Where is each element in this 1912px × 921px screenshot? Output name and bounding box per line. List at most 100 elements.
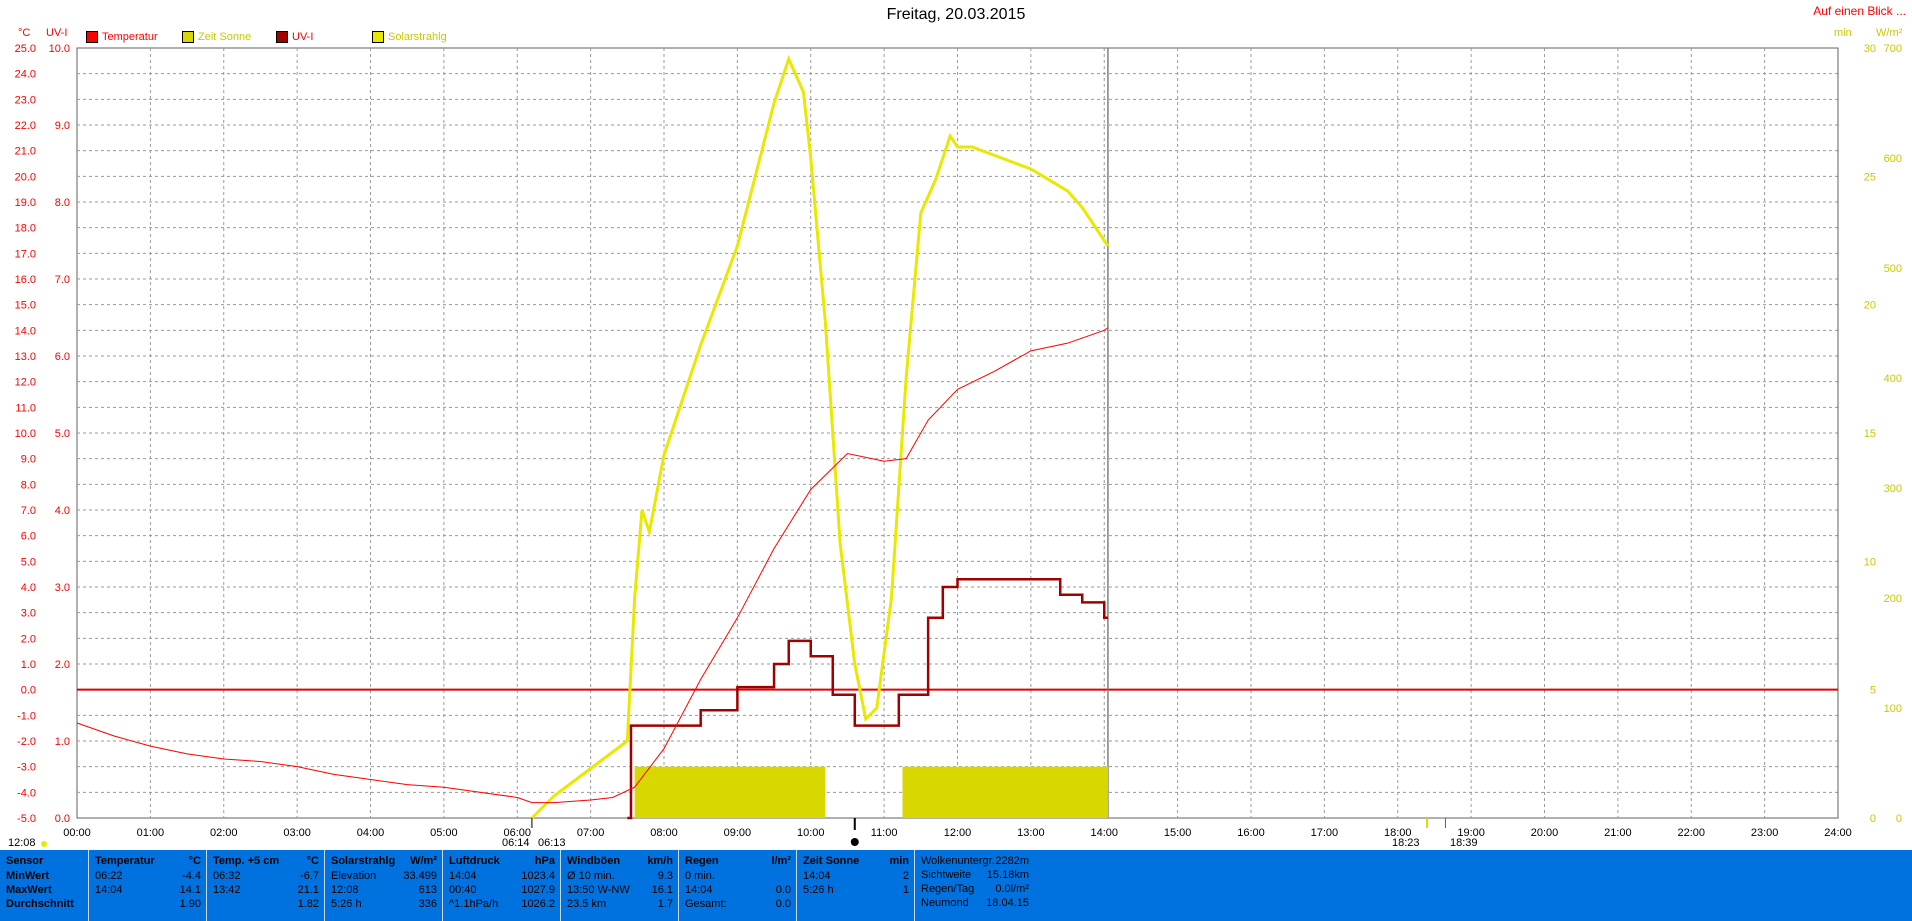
stats-cell-value: 9.3 bbox=[657, 870, 673, 882]
stats-cell-label: Durchschnitt bbox=[6, 898, 74, 910]
stats-row: 5:26 h 336 bbox=[331, 898, 437, 912]
stats-cell-value: 1023.4 bbox=[521, 870, 555, 882]
stats-header-label: Regen bbox=[685, 855, 719, 867]
stats-cell-value: 14.1 bbox=[179, 884, 201, 896]
stats-row: 06:32 -6.7 bbox=[213, 870, 319, 884]
stats-cell-label: Sichtweite bbox=[921, 869, 972, 881]
zeit-sonne-bar bbox=[902, 766, 1108, 818]
stats-cell-label: 14:04 bbox=[685, 884, 713, 896]
stats-header: Temp. +5 cm °C bbox=[213, 855, 319, 867]
temp-tick-label: 23.0 bbox=[15, 94, 36, 106]
uv-tick-label: 4.0 bbox=[55, 505, 70, 517]
min-tick-label: 25 bbox=[1864, 171, 1876, 183]
stats-column: Regen l/m² 0 min. 14:04 0.0 Gesamt: 0.0 bbox=[678, 850, 797, 921]
x-tick-label: 11:00 bbox=[871, 827, 898, 839]
stats-cell-label: Elevation bbox=[331, 870, 377, 882]
stats-row: 5:26 h 1 bbox=[803, 884, 909, 898]
left-time-marker: 12:08 bbox=[8, 837, 36, 849]
legend-solarstrahlg[interactable]: Solarstrahlg bbox=[372, 31, 447, 43]
wm2-tick-label: 0 bbox=[1896, 813, 1902, 825]
stats-cell-value: 0.0 bbox=[775, 898, 791, 910]
stats-header: Solarstrahlg W/m² bbox=[331, 855, 437, 867]
legend-swatch bbox=[276, 31, 288, 43]
stats-cell-label: Ø 10 min. bbox=[567, 870, 615, 882]
uv-unit-label: UV-I bbox=[46, 27, 68, 39]
temp-tick-label: 7.0 bbox=[21, 505, 36, 517]
temp-tick-label: 8.0 bbox=[21, 479, 36, 491]
stats-cell-label: MaxWert bbox=[6, 884, 52, 896]
temp-tick-label: -1.0 bbox=[17, 710, 36, 722]
stats-header: Sensor bbox=[6, 855, 82, 867]
stats-header-unit: min bbox=[889, 855, 909, 867]
stats-cell-label: MinWert bbox=[6, 870, 50, 882]
zeit-sonne-bar bbox=[634, 766, 826, 818]
stats-header-unit: °C bbox=[306, 855, 319, 867]
stats-header-label: Sensor bbox=[6, 855, 44, 867]
x-tick-label: 14:00 bbox=[1090, 827, 1118, 839]
stats-cell-value: 1026.2 bbox=[521, 898, 555, 910]
stats-cell-label: 0 min. bbox=[685, 870, 715, 882]
x-tick-label: 23:00 bbox=[1751, 827, 1779, 839]
stats-header-unit: km/h bbox=[647, 855, 673, 867]
legend-label: Zeit Sonne bbox=[198, 31, 252, 43]
x-tick-label: 17:00 bbox=[1311, 827, 1339, 839]
overview-link[interactable]: Auf einen Blick ... bbox=[1813, 4, 1906, 18]
stats-cell-label: 14:04 bbox=[803, 870, 831, 882]
temp-tick-label: 6.0 bbox=[21, 531, 36, 543]
temp-tick-label: 15.0 bbox=[15, 300, 36, 312]
uv-tick-label: 2.0 bbox=[55, 659, 70, 671]
weather-chart: 25.0 24.0 23.0 22.0 21.0 20.0 19.0 18.0 17.0 16.0… bbox=[15, 43, 1902, 847]
stats-cell-value: -4.4 bbox=[182, 870, 201, 882]
x-tick-label: 24:00 bbox=[1824, 827, 1852, 839]
stats-cell-label: 06:32 bbox=[213, 870, 241, 882]
stats-row: MaxWert bbox=[6, 884, 82, 898]
stats-row: Elevation 33.499 bbox=[331, 870, 437, 884]
temp-tick-label: 19.0 bbox=[15, 197, 36, 209]
x-tick-label: 00:00 bbox=[63, 827, 91, 839]
stats-header-label: Solarstrahlg bbox=[331, 855, 396, 867]
stats-row: 14:04 0.0 bbox=[685, 884, 791, 898]
stats-header: Zeit Sonne min bbox=[803, 855, 909, 867]
min-tick-label: 0 bbox=[1870, 813, 1876, 825]
stats-cell-value: 613 bbox=[418, 884, 437, 896]
stats-cell-value: 15.18km bbox=[986, 869, 1029, 881]
x-tick-label: 03:00 bbox=[283, 827, 311, 839]
temp-tick-label: -4.0 bbox=[17, 787, 36, 799]
stats-cell-label: 00:40 bbox=[449, 884, 477, 896]
stats-cell-label: 5:26 h bbox=[331, 898, 362, 910]
x-tick-label: 07:00 bbox=[577, 827, 605, 839]
uv-tick-label: 10.0 bbox=[49, 43, 70, 55]
stats-row: Sichtweite 15.18km bbox=[921, 869, 1029, 883]
temp-tick-label: 22.0 bbox=[15, 120, 36, 132]
legend-temperatur[interactable]: Temperatur bbox=[86, 31, 158, 43]
temp-tick-label: -3.0 bbox=[17, 762, 36, 774]
x-tick-label: 15:00 bbox=[1164, 827, 1192, 839]
stats-row: ^1.1hPa/h 1026.2 bbox=[449, 898, 555, 912]
uv-tick-label: 3.0 bbox=[55, 582, 70, 594]
stats-header: Windböen km/h bbox=[567, 855, 673, 867]
stats-row: Regen/Tag 0.0l/m² bbox=[921, 883, 1029, 897]
stats-cell-label: 13:50 W-NW bbox=[567, 884, 630, 896]
legend-zeit-sonne[interactable]: Zeit Sonne bbox=[182, 31, 251, 43]
stats-cell-value: 16.1 bbox=[651, 884, 673, 896]
stats-cell-label: Wolkenuntergr. bbox=[921, 855, 995, 867]
stats-header-unit: W/m² bbox=[410, 855, 437, 867]
wm2-tick-label: 200 bbox=[1884, 593, 1902, 605]
stats-row: Durchschnitt bbox=[6, 898, 82, 912]
temp-tick-label: 24.0 bbox=[15, 69, 36, 81]
stats-column: Sensor MinWert MaxWert Durchschnitt bbox=[0, 850, 88, 921]
stats-cell-value: 18.04.15 bbox=[986, 897, 1029, 909]
stats-header-label: Temp. +5 cm bbox=[213, 855, 280, 867]
wm2-unit-label: W/m² bbox=[1876, 27, 1903, 39]
stats-row: 14:04 2 bbox=[803, 870, 909, 884]
min-unit-label: min bbox=[1834, 27, 1852, 39]
stats-header-unit: °C bbox=[188, 855, 201, 867]
temp-tick-label: 20.0 bbox=[15, 171, 36, 183]
stats-header-unit: hPa bbox=[534, 855, 555, 867]
min-tick-label: 10 bbox=[1864, 556, 1876, 568]
x-tick-label: 21:00 bbox=[1604, 827, 1632, 839]
stats-column: Temp. +5 cm °C 06:32 -6.7 13:42 21.1 1.82 bbox=[206, 850, 325, 921]
stats-cell-label: Neumond bbox=[921, 897, 969, 909]
legend-uv-i[interactable]: UV-I bbox=[276, 31, 313, 43]
temp-tick-label: 16.0 bbox=[15, 274, 36, 286]
